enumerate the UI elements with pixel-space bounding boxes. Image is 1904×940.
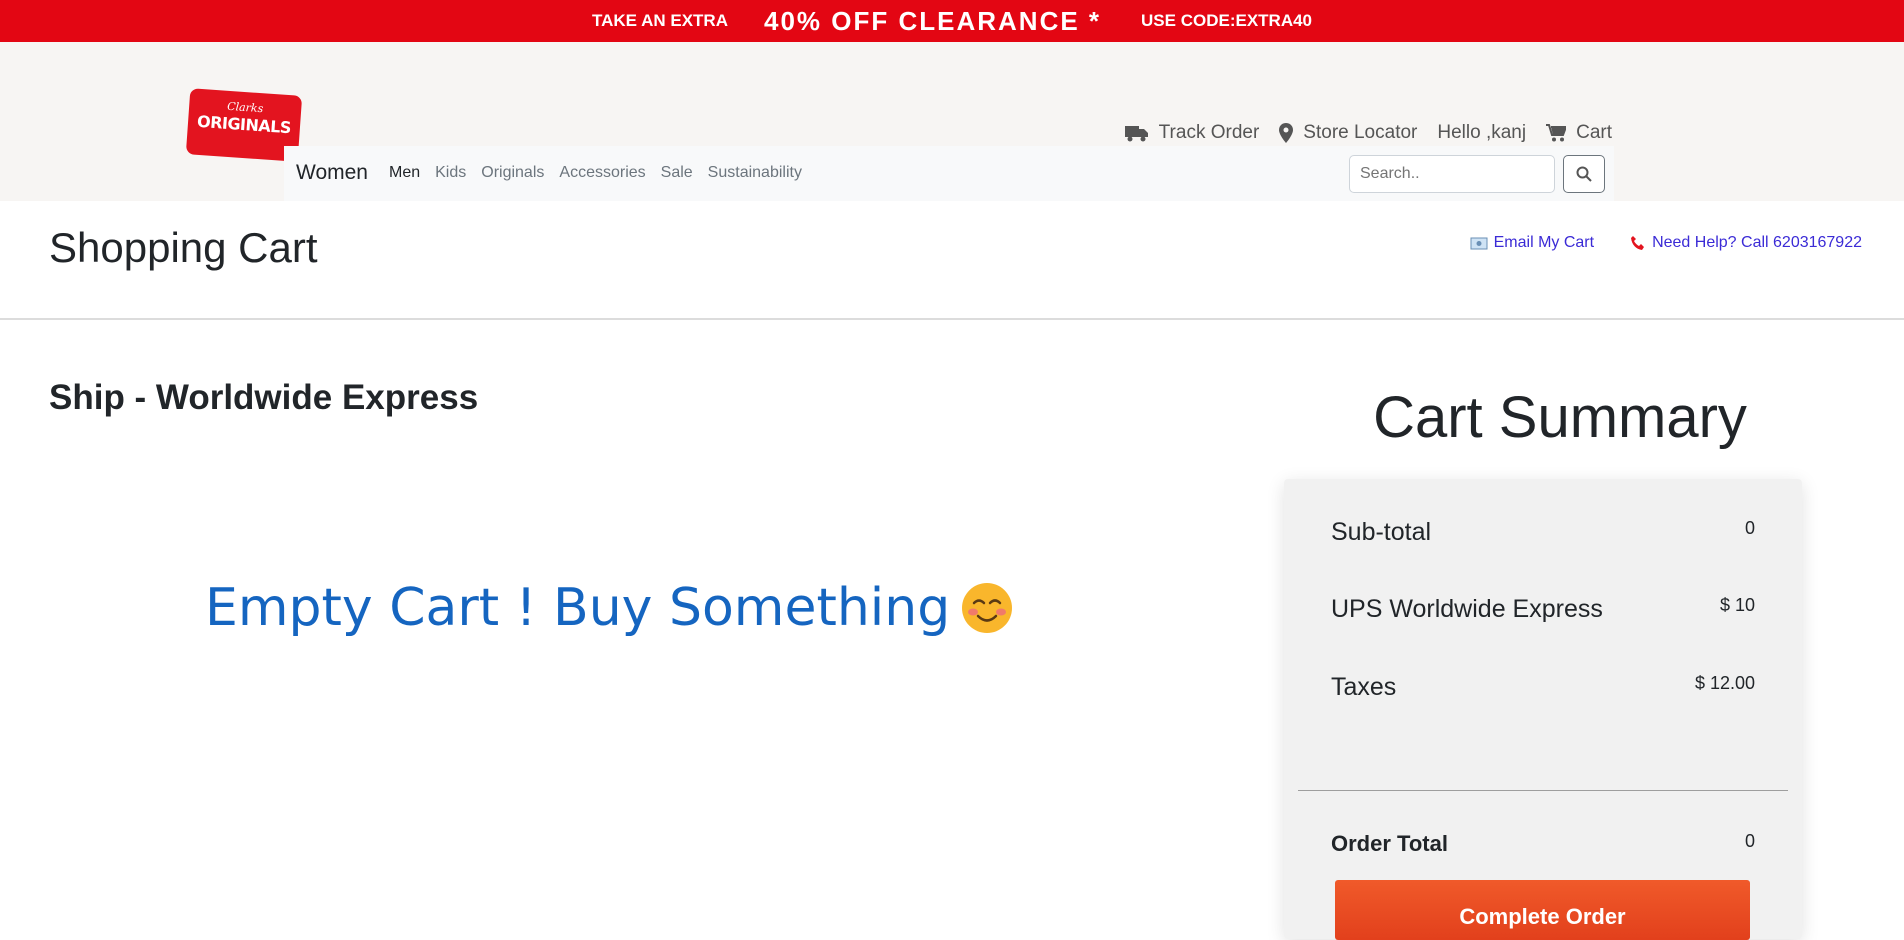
nav-brand-women[interactable]: Women: [296, 161, 368, 185]
order-total-value: 0: [1744, 831, 1755, 851]
category-links: Men Kids Originals Accessories Sale Sust…: [389, 164, 817, 182]
shipping-label: UPS Worldwide Express: [1331, 595, 1603, 623]
nav-link-sustainability[interactable]: Sustainability: [708, 164, 802, 182]
cart-summary-title: Cart Summary: [1373, 385, 1747, 450]
empty-cart-text: Empty Cart ! Buy Something: [205, 578, 951, 638]
help-phone-link[interactable]: Need Help? Call 6203167922: [1630, 234, 1862, 252]
order-total-label: Order Total: [1331, 831, 1448, 856]
empty-cart-message[interactable]: Empty Cart ! Buy Something: [205, 578, 1014, 638]
nav-link-sale[interactable]: Sale: [661, 164, 693, 182]
category-nav: Women Men Kids Originals Accessories Sal…: [284, 146, 1614, 201]
store-locator-label: Store Locator: [1303, 122, 1418, 143]
page-title: Shopping Cart: [49, 224, 318, 271]
cart-summary-card: Sub-total 0 UPS Worldwide Express $ 10 T…: [1284, 479, 1802, 940]
search-button[interactable]: [1563, 155, 1605, 193]
greeting-label: Hello ,kanj: [1437, 122, 1527, 143]
email-cart-link[interactable]: Email My Cart: [1470, 234, 1594, 252]
phone-icon: [1631, 236, 1645, 250]
shipping-row: UPS Worldwide Express $ 10: [1331, 595, 1755, 624]
shipping-value: $ 10: [1719, 595, 1755, 615]
nav-link-men[interactable]: Men: [389, 164, 420, 182]
help-links: Email My Cart Need Help? Call 6203167922: [1434, 234, 1862, 252]
nav-link-originals[interactable]: Originals: [481, 164, 544, 182]
taxes-row: Taxes $ 12.00: [1331, 673, 1755, 702]
nav-link-kids[interactable]: Kids: [435, 164, 466, 182]
taxes-label: Taxes: [1331, 673, 1397, 701]
track-order-link[interactable]: Track Order: [1124, 122, 1260, 144]
header-divider: [0, 318, 1904, 320]
search-icon: [1576, 166, 1592, 182]
cart-icon: [1546, 124, 1567, 142]
promo-code: USE CODE:EXTRA40: [1141, 11, 1313, 30]
order-total-row: Order Total 0: [1331, 831, 1755, 857]
taxes-value: $ 12.00: [1694, 673, 1755, 693]
subtotal-value: 0: [1744, 518, 1755, 538]
summary-divider: [1298, 790, 1788, 791]
site-header: Clarks ORIGINALS Track Order Store Locat…: [0, 42, 1904, 201]
store-locator-link[interactable]: Store Locator: [1279, 122, 1417, 144]
subtotal-row: Sub-total 0: [1331, 518, 1755, 547]
track-order-label: Track Order: [1158, 122, 1260, 143]
promo-text-extra: TAKE AN EXTRA: [591, 11, 728, 30]
promo-text-clearance: 40% OFF CLEARANCE *: [763, 5, 1102, 36]
complete-order-button[interactable]: Complete Order: [1335, 880, 1750, 940]
subtotal-label: Sub-total: [1331, 518, 1432, 546]
help-phone-label: Need Help? Call 6203167922: [1652, 234, 1862, 251]
cart-label: Cart: [1576, 122, 1612, 143]
truck-icon: [1124, 126, 1148, 142]
search-input[interactable]: [1349, 155, 1555, 193]
email-icon: [1470, 237, 1488, 250]
map-pin-icon: [1279, 123, 1294, 143]
smiling-face-icon: [962, 583, 1013, 633]
email-cart-label: Email My Cart: [1493, 234, 1595, 251]
nav-link-accessories[interactable]: Accessories: [559, 164, 645, 182]
promo-banner[interactable]: TAKE AN EXTRA 40% OFF CLEARANCE * USE CO…: [0, 0, 1904, 42]
top-nav: Track Order Store Locator Hello ,kanj Ca…: [1105, 122, 1612, 144]
account-greeting[interactable]: Hello ,kanj: [1437, 122, 1526, 144]
cart-link[interactable]: Cart: [1546, 122, 1612, 144]
shipping-method-title: Ship - Worldwide Express: [49, 378, 479, 417]
